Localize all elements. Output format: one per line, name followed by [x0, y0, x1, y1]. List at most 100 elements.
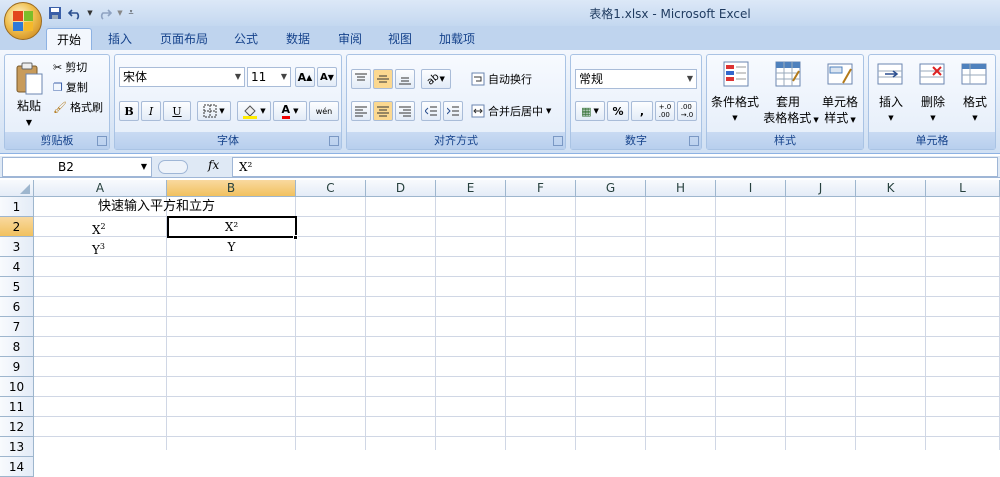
conditional-format-dropdown-icon[interactable]: ▼ — [707, 111, 763, 126]
row-header-9[interactable]: 9 — [0, 357, 34, 377]
office-button[interactable] — [4, 2, 42, 40]
font-color-button[interactable]: A ▼ — [273, 101, 307, 121]
copy-button[interactable]: ❐ 复制 — [53, 79, 88, 95]
name-box[interactable]: B2 ▼ — [2, 157, 152, 177]
insert-cells-icon[interactable] — [875, 59, 905, 89]
insert-cells-button[interactable]: 插入 — [871, 95, 911, 110]
cut-button[interactable]: ✂ 剪切 — [53, 59, 87, 75]
tab-add-ins[interactable]: 加载项 — [432, 28, 482, 50]
tab-review[interactable]: 审阅 — [332, 28, 368, 50]
column-header-a[interactable]: A — [34, 180, 167, 197]
delete-cells-button[interactable]: 删除 — [913, 95, 953, 110]
row-header-11[interactable]: 11 — [0, 397, 34, 417]
increase-indent-icon[interactable] — [443, 101, 463, 121]
italic-button[interactable]: I — [141, 101, 161, 121]
phonetic-button[interactable]: wén — [309, 101, 339, 121]
row-header-4[interactable]: 4 — [0, 257, 34, 277]
number-launcher-icon[interactable] — [689, 136, 699, 146]
format-cells-icon[interactable] — [959, 59, 989, 89]
borders-button[interactable]: ▼ — [197, 101, 231, 121]
underline-button[interactable]: U — [163, 101, 191, 121]
number-format-select[interactable]: 常规 ▼ — [575, 69, 697, 89]
delete-cells-icon[interactable] — [917, 59, 947, 89]
format-cells-button[interactable]: 格式 — [955, 95, 995, 110]
column-header-f[interactable]: F — [506, 180, 576, 197]
table-format-label-1[interactable]: 套用 — [761, 95, 815, 110]
row-header-6[interactable]: 6 — [0, 297, 34, 317]
bold-button[interactable]: B — [119, 101, 139, 121]
align-center-icon[interactable] — [373, 101, 393, 121]
insert-function-button[interactable]: fx — [208, 158, 219, 172]
cell-b3[interactable]: Y — [167, 237, 296, 257]
row-header-12[interactable]: 12 — [0, 417, 34, 437]
cell-a3[interactable]: Y3 — [92, 237, 105, 260]
column-header-e[interactable]: E — [436, 180, 506, 197]
row-header-7[interactable]: 7 — [0, 317, 34, 337]
column-header-k[interactable]: K — [856, 180, 926, 197]
conditional-format-icon[interactable] — [721, 59, 751, 89]
column-header-i[interactable]: I — [716, 180, 786, 197]
cell-styles-button[interactable]: 样式 ▼ — [817, 111, 863, 128]
align-top-icon[interactable] — [351, 69, 371, 89]
table-format-button[interactable]: 表格格式 ▼ — [761, 111, 821, 128]
merge-center-button[interactable]: 合并后居中 ▼ — [471, 101, 551, 121]
column-header-b[interactable]: B — [167, 180, 296, 197]
align-bottom-icon[interactable] — [395, 69, 415, 89]
column-header-c[interactable]: C — [296, 180, 366, 197]
tab-data[interactable]: 数据 — [280, 28, 316, 50]
row-header-2[interactable]: 2 — [0, 217, 34, 237]
decrease-indent-icon[interactable] — [421, 101, 441, 121]
align-right-icon[interactable] — [395, 101, 415, 121]
column-header-g[interactable]: G — [576, 180, 646, 197]
currency-button[interactable]: ▦ ▼ — [575, 101, 605, 121]
row-header-14[interactable]: 14 — [0, 457, 34, 477]
table-format-icon[interactable] — [773, 59, 803, 89]
tab-formulas[interactable]: 公式 — [228, 28, 264, 50]
fill-handle[interactable] — [293, 235, 298, 240]
row-header-8[interactable]: 8 — [0, 337, 34, 357]
align-middle-icon[interactable] — [373, 69, 393, 89]
paste-dropdown-icon[interactable]: ▼ — [9, 115, 49, 130]
comma-button[interactable]: , — [631, 101, 653, 121]
font-size-select[interactable]: 11 ▼ — [247, 67, 291, 87]
row-header-10[interactable]: 10 — [0, 377, 34, 397]
row-header-13[interactable]: 13 — [0, 437, 34, 457]
row-header-1[interactable]: 1 — [0, 197, 34, 217]
tab-view[interactable]: 视图 — [382, 28, 418, 50]
delete-dropdown-icon[interactable]: ▼ — [913, 111, 953, 126]
column-header-h[interactable]: H — [646, 180, 716, 197]
conditional-format-button[interactable]: 条件格式 — [707, 95, 763, 110]
paste-icon[interactable] — [9, 59, 49, 99]
column-header-l[interactable]: L — [926, 180, 1000, 197]
fill-color-button[interactable]: ▼ — [237, 101, 271, 121]
tab-insert[interactable]: 插入 — [102, 28, 138, 50]
shrink-font-button[interactable]: A ▼ — [317, 67, 337, 87]
cell-styles-icon[interactable] — [825, 59, 855, 89]
format-dropdown-icon[interactable]: ▼ — [955, 111, 995, 126]
wrap-text-button[interactable]: 自动换行 — [471, 69, 532, 89]
percent-button[interactable]: % — [607, 101, 629, 121]
chevron-down-icon[interactable]: ▼ — [141, 158, 147, 176]
alignment-launcher-icon[interactable] — [553, 136, 563, 146]
align-left-icon[interactable] — [351, 101, 371, 121]
paste-button[interactable]: 粘贴 — [9, 99, 49, 114]
orientation-icon[interactable]: ab ▼ — [421, 69, 451, 89]
font-launcher-icon[interactable] — [329, 136, 339, 146]
cell-a1[interactable]: 快速输入平方和立方 — [98, 197, 215, 217]
insert-dropdown-icon[interactable]: ▼ — [871, 111, 911, 126]
select-all-button[interactable] — [0, 180, 34, 197]
row-header-5[interactable]: 5 — [0, 277, 34, 297]
grow-font-button[interactable]: A ▲ — [295, 67, 315, 87]
decrease-decimal-icon[interactable]: .00 →.0 — [677, 101, 697, 121]
increase-decimal-icon[interactable]: +.0.00 — [655, 101, 675, 121]
clipboard-launcher-icon[interactable] — [97, 136, 107, 146]
format-painter-button[interactable]: 🖌 格式刷 — [53, 99, 103, 115]
cell-styles-label-1[interactable]: 单元格 — [817, 95, 863, 110]
formula-expand-handle[interactable] — [158, 160, 188, 174]
formula-input[interactable]: X² — [232, 157, 998, 177]
tab-page-layout[interactable]: 页面布局 — [154, 28, 214, 50]
column-header-d[interactable]: D — [366, 180, 436, 197]
tab-home[interactable]: 开始 — [46, 28, 92, 50]
font-name-select[interactable]: 宋体 ▼ — [119, 67, 245, 87]
row-header-3[interactable]: 3 — [0, 237, 34, 257]
